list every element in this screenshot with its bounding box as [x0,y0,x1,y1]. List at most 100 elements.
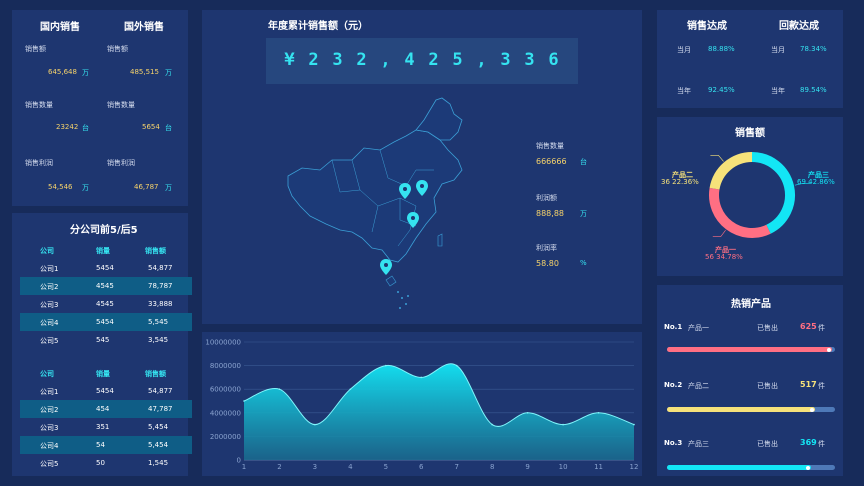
map-profit-label: 利润额 [536,194,557,202]
hot-progress-1 [667,347,835,352]
hot-count-1: 625 [800,322,817,331]
cell-company: 公司3 [40,424,59,432]
x-tick-label: 6 [419,463,424,471]
cell-company: 公司2 [40,406,59,414]
table-row: 公司1 5454 54,877 [20,259,192,277]
data-point [526,412,529,414]
foreign-qty-value: 5654 [142,123,160,131]
data-point [314,423,316,426]
cell-company: 公司5 [40,337,59,345]
data-point [420,376,423,379]
hot-progress-fill [667,347,832,352]
hot-unit-3: 件 [818,440,825,448]
x-tick-label: 7 [454,463,458,471]
y-tick-label: 8000000 [210,362,241,370]
china-map [287,97,463,309]
x-tick-label: 3 [313,463,317,471]
hot-rank-1: No.1 [664,323,683,331]
table-row: 公司4 54 5,454 [20,436,192,454]
header-sales: 销售额 [145,247,166,255]
domestic-sales-unit: 万 [82,69,89,77]
top-table-header: 公司 销量 销售额 [20,241,192,259]
cell-sales: 1,545 [148,459,169,467]
cell-qty: 4545 [96,300,114,308]
domestic-sales-label: 销售额 [25,45,46,53]
monthly-area-chart: 10000000800000060000004000000200000001 2 3… [205,339,638,472]
sales-area-series [244,363,634,460]
donut-panel: 销售额 产品三 69 42.86% 产品一 56 34.78% 产品二 36 2… [657,117,843,276]
sales-year-label: 当年 [677,87,691,95]
cell-company: 公司1 [40,265,59,273]
map-profit-unit: 万 [580,210,587,218]
hot-name-3: 产品三 [688,440,709,448]
sales-achieve-title: 销售达成 [687,21,727,32]
sales-month-label: 当月 [677,46,691,54]
x-tick-label: 2 [277,463,281,471]
south-sea-islands [397,291,409,309]
donut-value-product2: 36 22.36% [661,178,699,186]
hainan-island [385,275,397,287]
x-tick-label: 9 [525,463,529,471]
hot-progress-3 [667,465,835,470]
cell-qty: 50 [96,459,105,467]
sales-summary-panel: 国内销售 国外销售 销售额 销售额 645,648 万 485,515 万 销售… [12,10,188,206]
table-row: 公司2 4545 78,787 [20,277,192,295]
table-row: 公司4 5454 5,545 [20,313,192,331]
hot-rank-2: No.2 [664,381,683,389]
collect-achieve-title: 回款达成 [779,21,819,32]
donut-leader-line [710,155,724,162]
donut-slice [709,152,753,190]
cell-company: 公司5 [40,460,59,468]
foreign-title: 国外销售 [124,22,164,33]
hot-name-2: 产品二 [688,382,709,390]
hot-progress-fill [667,407,815,412]
map-qty-value: 666666 [536,157,567,166]
hot-unit-1: 件 [818,324,825,332]
cell-qty: 4545 [96,282,114,290]
cell-company: 公司4 [40,442,59,450]
donut-value-product3: 69 42.86% [797,178,835,186]
data-point [491,423,493,426]
collect-month-label: 当月 [771,46,785,54]
donut-slice [751,152,795,234]
x-tick-label: 1 [242,463,246,471]
header-qty: 销量 [96,370,110,378]
table-row: 公司5 545 3,545 [20,331,192,349]
foreign-profit-value: 46,787 [134,183,159,191]
foreign-qty-unit: 台 [165,124,172,132]
domestic-qty-value: 23242 [56,123,79,131]
cell-qty: 351 [96,423,110,431]
cell-company: 公司4 [40,319,59,327]
hot-name-1: 产品一 [688,324,709,332]
donut-leader-line [712,230,726,237]
map-pin-icon [380,259,392,275]
cell-qty: 454 [96,405,110,413]
cell-sales: 54,877 [148,264,173,272]
branch-panel: 分公司前5/后5 公司 销量 销售额 公司1 5454 54,877 公司2 4… [12,213,192,476]
hot-sold-label-3: 已售出 [757,440,778,448]
achievement-panel: 销售达成 回款达成 当月 88.88% 当月 78.34% 当年 92.45% … [657,10,843,108]
domestic-sales-value: 645,648 [48,68,77,76]
foreign-profit-label: 销售利润 [107,159,135,167]
hot-sold-label-2: 已售出 [757,382,778,390]
data-point [243,400,245,402]
cell-sales: 5,454 [148,423,169,431]
y-tick-label: 2000000 [210,433,241,441]
cell-sales: 3,545 [148,336,169,344]
data-point [455,364,458,367]
cell-sales: 5,545 [148,318,169,326]
collect-year-value: 89.54% [800,86,827,94]
hot-products-panel: 热销产品 No.1 产品一 已售出 625 件 No.2 产品二 已售出 517… [657,285,843,476]
domestic-qty-unit: 台 [82,124,89,132]
domestic-title: 国内销售 [40,22,80,33]
table-row: 公司2 454 47,787 [20,400,192,418]
domestic-profit-value: 54,546 [48,183,73,191]
y-tick-label: 10000000 [205,339,241,347]
table-row: 公司3 351 5,454 [20,418,192,436]
map-panel: 年度累计销售额（元） ¥2 3 2, 4 2 5, 3 3 6 销售数量 666666 台 [202,10,642,324]
map-rate-value: 58.80 [536,259,559,268]
x-tick-label: 10 [559,463,568,471]
hot-progress-knob [809,407,814,412]
y-tick-label: 0 [237,457,241,465]
x-tick-label: 4 [348,463,353,471]
